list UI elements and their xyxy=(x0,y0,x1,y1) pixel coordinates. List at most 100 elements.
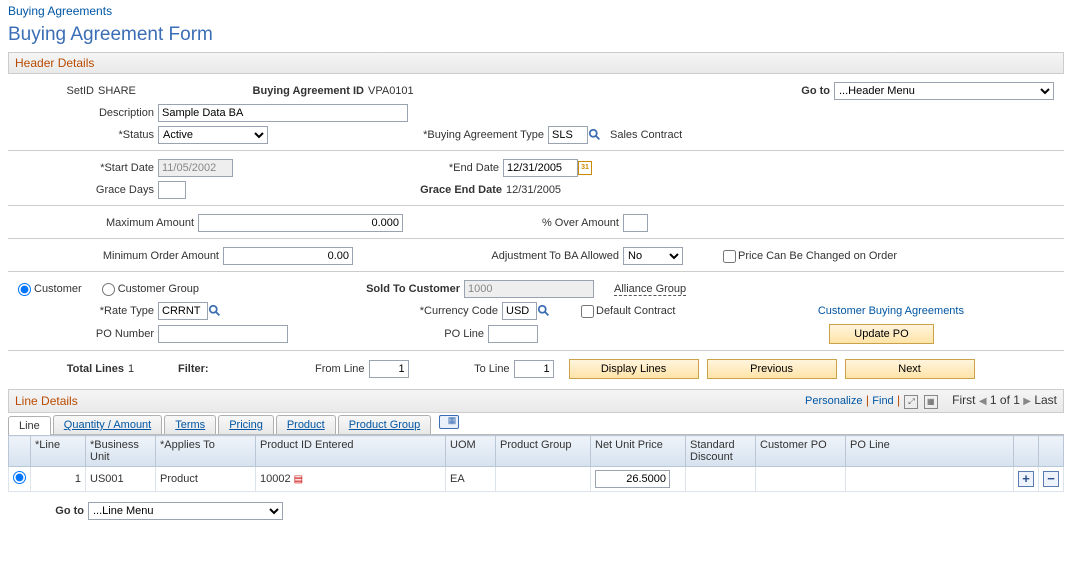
goto-line-label: Go to xyxy=(8,505,88,517)
find-link[interactable]: Find xyxy=(872,395,893,407)
cust-ba-link[interactable]: Customer Buying Agreements xyxy=(818,305,964,317)
tab-product[interactable]: Product xyxy=(276,415,336,434)
sold-to-input xyxy=(464,280,594,298)
page-title: Buying Agreement Form xyxy=(8,20,1064,52)
ba-type-label: *Buying Agreement Type xyxy=(388,129,548,141)
default-contract-label: Default Contract xyxy=(594,305,675,317)
col-po-line[interactable]: PO Line xyxy=(846,436,1014,467)
end-date-input[interactable] xyxy=(503,159,578,177)
tab-line[interactable]: Line xyxy=(8,416,51,435)
lookup-icon[interactable] xyxy=(588,128,602,142)
last-link[interactable]: Last xyxy=(1034,393,1057,407)
grace-days-input[interactable] xyxy=(158,181,186,199)
adj-allowed-select[interactable]: No xyxy=(623,247,683,265)
lookup-icon[interactable] xyxy=(208,304,222,318)
cell-uom: EA xyxy=(446,467,496,492)
col-net-price[interactable]: Net Unit Price xyxy=(591,436,686,467)
ba-type-input[interactable] xyxy=(548,126,588,144)
cell-std-disc xyxy=(686,467,756,492)
from-line-input[interactable] xyxy=(369,360,409,378)
goto-header-label: Go to xyxy=(784,85,834,97)
col-uom[interactable]: UOM xyxy=(446,436,496,467)
rate-type-input[interactable] xyxy=(158,302,208,320)
row-select-radio[interactable] xyxy=(13,471,26,484)
zoom-icon[interactable]: ⤢ xyxy=(904,395,918,409)
col-applies[interactable]: *Applies To xyxy=(156,436,256,467)
tab-terms[interactable]: Terms xyxy=(164,415,216,434)
col-std-disc[interactable]: Standard Discount xyxy=(686,436,756,467)
line-details-title: Line Details xyxy=(15,394,78,408)
display-lines-button[interactable]: Display Lines xyxy=(569,359,699,379)
cell-product-id: 10002 xyxy=(260,473,291,485)
goto-line-select[interactable]: ...Line Menu xyxy=(88,502,283,520)
add-row-button[interactable]: + xyxy=(1018,471,1034,487)
expand-tabs-icon[interactable] xyxy=(439,415,459,429)
ba-type-desc: Sales Contract xyxy=(610,129,682,141)
min-order-label: Minimum Order Amount xyxy=(8,250,223,262)
filter-label: Filter: xyxy=(178,363,209,375)
setid-value: SHARE xyxy=(98,85,178,97)
cell-po-line xyxy=(846,467,1014,492)
next-page-icon[interactable]: ▶ xyxy=(1023,396,1031,407)
price-change-label: Price Can Be Changed on Order xyxy=(736,250,897,262)
status-select[interactable]: Active xyxy=(158,126,268,144)
prev-page-icon[interactable]: ◀ xyxy=(979,396,987,407)
col-prod-group[interactable]: Product Group xyxy=(496,436,591,467)
adj-allowed-label: Adjustment To BA Allowed xyxy=(453,250,623,262)
next-button[interactable]: Next xyxy=(845,359,975,379)
sold-to-desc[interactable]: Alliance Group xyxy=(614,283,686,296)
first-link[interactable]: First xyxy=(952,393,975,407)
tab-product-group[interactable]: Product Group xyxy=(338,415,432,434)
lookup-icon[interactable] xyxy=(537,304,551,318)
delete-row-button[interactable]: − xyxy=(1043,471,1059,487)
min-order-input[interactable] xyxy=(223,247,353,265)
update-po-button[interactable]: Update PO xyxy=(829,324,934,344)
net-price-input[interactable] xyxy=(595,470,670,488)
cell-applies: Product xyxy=(156,467,256,492)
cell-prod-group xyxy=(496,467,591,492)
description-input[interactable] xyxy=(158,104,408,122)
to-line-input[interactable] xyxy=(514,360,554,378)
grid-view-icon[interactable]: ▦ xyxy=(924,395,938,409)
previous-button[interactable]: Previous xyxy=(707,359,837,379)
line-details-grid: *Line *Business Unit *Applies To Product… xyxy=(8,435,1064,492)
grace-end-value: 12/31/2005 xyxy=(506,184,561,196)
total-lines-label: Total Lines xyxy=(8,363,128,375)
goto-header-select[interactable]: ...Header Menu xyxy=(834,82,1054,100)
total-lines-value: 1 xyxy=(128,363,158,375)
table-row: 1 US001 Product 10002 ▤ EA + − xyxy=(9,467,1064,492)
col-line[interactable]: *Line xyxy=(31,436,86,467)
setid-label: SetID xyxy=(8,85,98,97)
pct-over-input[interactable] xyxy=(623,214,648,232)
col-product-id[interactable]: Product ID Entered xyxy=(256,436,446,467)
currency-input[interactable] xyxy=(502,302,537,320)
to-line-label: To Line xyxy=(459,363,514,375)
po-line-input[interactable] xyxy=(488,325,538,343)
customer-radio-label: Customer xyxy=(31,283,102,295)
related-action-icon[interactable]: ▤ xyxy=(294,474,303,485)
ba-id-value: VPA0101 xyxy=(368,85,458,97)
grace-days-label: Grace Days xyxy=(8,184,158,196)
end-date-label: *End Date xyxy=(433,162,503,174)
price-change-checkbox[interactable] xyxy=(723,250,736,263)
start-date-label: *Start Date xyxy=(8,162,158,174)
customer-group-radio-label: Customer Group xyxy=(115,283,199,295)
breadcrumb[interactable]: Buying Agreements xyxy=(8,4,1064,20)
tab-pricing[interactable]: Pricing xyxy=(218,415,274,434)
tab-quantity-amount[interactable]: Quantity / Amount xyxy=(53,415,162,434)
col-bu[interactable]: *Business Unit xyxy=(86,436,156,467)
calendar-icon[interactable]: 31 xyxy=(578,161,592,175)
max-amt-input[interactable] xyxy=(198,214,403,232)
default-contract-checkbox[interactable] xyxy=(581,305,594,318)
from-line-label: From Line xyxy=(299,363,369,375)
ba-id-label: Buying Agreement ID xyxy=(218,85,368,97)
customer-radio[interactable] xyxy=(18,283,31,296)
personalize-link[interactable]: Personalize xyxy=(805,395,862,407)
header-details-panel-title: Header Details xyxy=(8,52,1064,74)
col-cust-po[interactable]: Customer PO xyxy=(756,436,846,467)
cell-line: 1 xyxy=(31,467,86,492)
grace-end-label: Grace End Date xyxy=(396,184,506,196)
line-details-tabbar: Line Quantity / Amount Terms Pricing Pro… xyxy=(8,415,1064,435)
po-number-input[interactable] xyxy=(158,325,288,343)
customer-group-radio[interactable] xyxy=(102,283,115,296)
